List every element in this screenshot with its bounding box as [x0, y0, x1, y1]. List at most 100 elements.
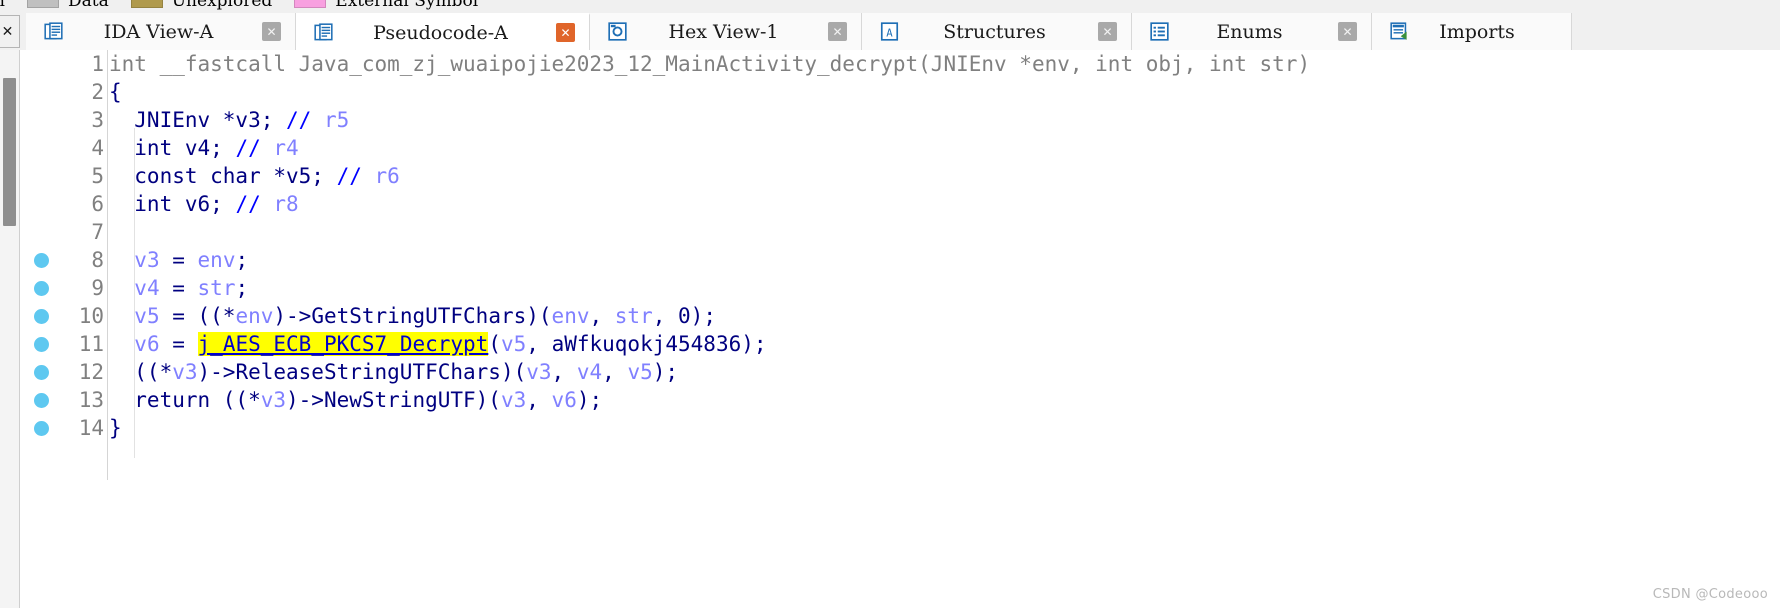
code-token: ; [235, 276, 249, 300]
code-line[interactable]: 7 [21, 218, 1780, 246]
tab-hex-view-1[interactable]: Hex View-1 ✕ [590, 13, 862, 50]
line-marker-gutter[interactable] [21, 386, 61, 414]
code-token: , [526, 388, 552, 412]
code-token: v6 [551, 388, 577, 412]
code-text[interactable]: int __fastcall Java_com_zj_wuaipojie2023… [107, 50, 1780, 78]
watermark: CSDN @Codeooo [1652, 587, 1768, 602]
code-text[interactable]: int v4; // r4 [107, 134, 1780, 162]
tab-label: Hex View-1 [668, 20, 779, 43]
code-line[interactable]: 11 v6 = j_AES_ECB_PKCS7_Decrypt(v5, aWfk… [21, 330, 1780, 358]
code-line[interactable]: 13 return ((*v3)->NewStringUTF)(v3, v6); [21, 386, 1780, 414]
code-text[interactable]: v5 = ((*env)->GetStringUTFChars)(env, st… [107, 302, 1780, 330]
legend-item: ction [0, 0, 5, 11]
code-line[interactable]: 4 int v4; // r4 [21, 134, 1780, 162]
imports-icon [1390, 22, 1409, 41]
line-marker-gutter[interactable] [21, 50, 61, 78]
code-token: ( [488, 332, 501, 356]
pseudocode-view[interactable]: 1 int __fastcall Java_com_zj_wuaipojie202… [21, 50, 1780, 608]
code-text[interactable]: ((*v3)->ReleaseStringUTFChars)(v3, v4, v… [107, 358, 1780, 386]
code-token: 0 [678, 304, 691, 328]
line-marker-gutter[interactable] [21, 218, 61, 246]
line-marker-gutter[interactable] [21, 106, 61, 134]
highlighted-symbol[interactable]: j_AES_ECB_PKCS7_Decrypt [197, 332, 489, 356]
document-blue-icon [44, 22, 63, 41]
code-token: // [235, 192, 274, 216]
executable-line-dot-icon [33, 252, 49, 268]
legend-color-swatch [26, 0, 59, 8]
line-number: 6 [91, 192, 104, 216]
code-text[interactable]: { [107, 78, 1780, 106]
code-token: = [159, 248, 198, 272]
tab-close-icon[interactable]: ✕ [1338, 22, 1357, 41]
executable-line-dot-icon [33, 308, 49, 324]
code-text[interactable]: v3 = env; [107, 246, 1780, 274]
tab-close-icon[interactable]: ✕ [556, 23, 575, 42]
code-text[interactable]: v6 = j_AES_ECB_PKCS7_Decrypt(v5, aWfkuqo… [107, 330, 1780, 358]
tab-close-icon[interactable]: ✕ [1098, 22, 1117, 41]
line-number: 9 [91, 276, 104, 300]
line-marker-gutter[interactable] [21, 302, 61, 330]
code-text[interactable]: int v6; // r8 [107, 190, 1780, 218]
code-token: r5 [323, 108, 350, 132]
code-token: // [235, 136, 274, 160]
tab-imports[interactable]: Imports [1372, 13, 1572, 50]
tab-close-icon[interactable]: ✕ [262, 22, 281, 41]
code-text[interactable]: v4 = str; [107, 274, 1780, 302]
code-token: v4 [576, 360, 603, 384]
block-indent-guide [134, 128, 135, 458]
line-marker-gutter[interactable] [21, 134, 61, 162]
code-line[interactable]: 12 ((*v3)->ReleaseStringUTFChars)(v3, v4… [21, 358, 1780, 386]
legend-color-swatch [130, 0, 163, 8]
tab-label: Structures [943, 20, 1046, 43]
legend-color-swatch [294, 0, 327, 8]
code-line[interactable]: 8 v3 = env; [21, 246, 1780, 274]
code-token: )->NewStringUTF)( [286, 388, 501, 412]
code-line[interactable]: 9 v4 = str; [21, 274, 1780, 302]
code-token: return ((* [109, 388, 261, 412]
code-token: // [286, 108, 324, 132]
code-text[interactable]: const char *v5; // r6 [107, 162, 1780, 190]
line-marker-gutter[interactable] [21, 358, 61, 386]
code-line[interactable]: 2{ [21, 78, 1780, 106]
code-token: str [614, 304, 653, 328]
tab-label: IDA View-A [103, 20, 214, 43]
close-icon: ✕ [1, 23, 14, 40]
tab-enums[interactable]: Enums ✕ [1132, 13, 1372, 50]
line-number: 1 [91, 52, 104, 76]
code-token: )->ReleaseStringUTFChars)( [197, 360, 527, 384]
code-token: v4 [134, 276, 160, 300]
line-marker-gutter[interactable] [21, 414, 61, 442]
code-line[interactable]: 10 v5 = ((*env)->GetStringUTFChars)(env,… [21, 302, 1780, 330]
code-line[interactable]: 6 int v6; // r8 [21, 190, 1780, 218]
code-line[interactable]: 1 int __fastcall Java_com_zj_wuaipojie202… [21, 50, 1780, 78]
code-token: = [159, 276, 198, 300]
line-marker-gutter[interactable] [21, 190, 61, 218]
code-line[interactable]: 3 JNIEnv *v3; // r5 [21, 106, 1780, 134]
line-number: 7 [91, 220, 104, 244]
line-marker-gutter[interactable] [21, 274, 61, 302]
code-line[interactable]: 14} [21, 414, 1780, 442]
vertical-scrollbar[interactable] [0, 50, 20, 608]
tab-close-icon[interactable]: ✕ [828, 22, 847, 41]
scrollbar-thumb[interactable] [3, 78, 16, 226]
line-marker-gutter[interactable] [21, 330, 61, 358]
legend-label: External Symbol [335, 0, 479, 11]
line-number: 10 [78, 304, 104, 328]
tab-ida-view-a[interactable]: IDA View-A ✕ [26, 13, 296, 50]
code-text[interactable]: return ((*v3)->NewStringUTF)(v3, v6); [107, 386, 1780, 414]
code-token: v3 [260, 388, 287, 412]
line-marker-gutter[interactable] [21, 78, 61, 106]
line-marker-gutter[interactable] [21, 162, 61, 190]
svg-text:A: A [886, 26, 893, 39]
tab-pseudocode-a[interactable]: Pseudocode-A ✕ [296, 13, 590, 50]
code-token: v5 [134, 304, 160, 328]
executable-line-dot-icon [33, 336, 49, 352]
code-text[interactable]: JNIEnv *v3; // r5 [107, 106, 1780, 134]
pane-close-button[interactable]: ✕ [0, 15, 20, 48]
tab-structures[interactable]: A Structures ✕ [862, 13, 1132, 50]
code-text[interactable]: } [107, 414, 1780, 442]
tab-label: Enums [1216, 20, 1283, 43]
code-token: r6 [374, 164, 400, 188]
line-marker-gutter[interactable] [21, 246, 61, 274]
code-line[interactable]: 5 const char *v5; // r6 [21, 162, 1780, 190]
